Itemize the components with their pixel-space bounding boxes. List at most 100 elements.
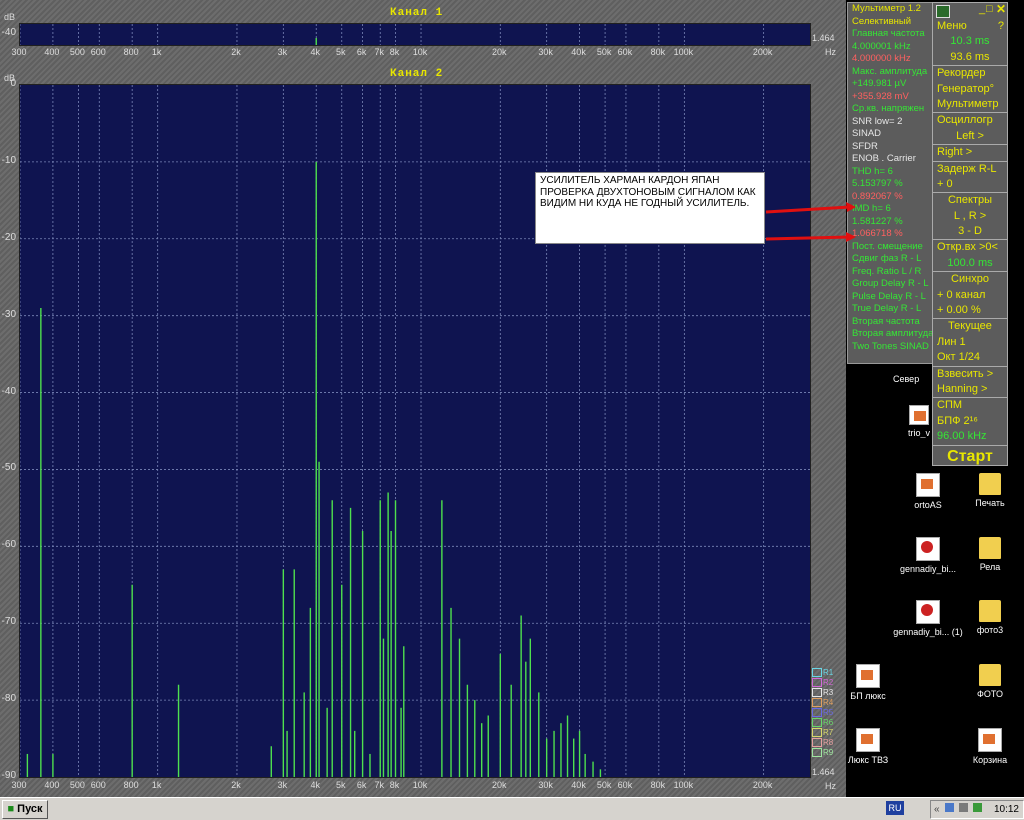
control-menu-item[interactable]: Left > bbox=[933, 129, 1007, 144]
desktop-icon[interactable]: gennadiy_bi... (1) bbox=[893, 600, 963, 637]
control-menu-item[interactable]: Мультиметр bbox=[933, 97, 1007, 112]
folder-icon bbox=[979, 537, 1001, 559]
y-tick-label: -20 bbox=[0, 232, 16, 243]
control-menu-item[interactable]: Hanning > bbox=[933, 382, 1007, 397]
control-menu-item[interactable]: Взвесить > bbox=[933, 366, 1007, 382]
start-menu-button[interactable]: ■ Пуск bbox=[2, 800, 48, 819]
language-indicator[interactable]: RU bbox=[886, 801, 904, 815]
control-menu-item[interactable]: Спектры bbox=[933, 192, 1007, 208]
legend-label: R5 bbox=[823, 708, 833, 717]
control-menu-item[interactable]: Текущее bbox=[933, 318, 1007, 334]
desktop-partial-icon[interactable]: trio_v bbox=[905, 405, 933, 438]
control-menu-item[interactable]: 96.00 kHz bbox=[933, 429, 1007, 444]
multimeter-row: SINAD bbox=[848, 128, 933, 141]
desktop-icon[interactable]: Печать bbox=[955, 473, 1024, 508]
control-menu-item[interactable]: БПФ 2¹⁶ bbox=[933, 414, 1007, 429]
legend-entry[interactable]: R4 bbox=[812, 698, 833, 708]
control-menu-item[interactable]: + 0.00 % bbox=[933, 303, 1007, 318]
menu-item[interactable]: Меню ? bbox=[933, 19, 1007, 34]
folder-icon bbox=[979, 664, 1001, 686]
system-tray: « 10:12 bbox=[930, 800, 1024, 819]
desktop-icon-label: БП люкс bbox=[833, 691, 903, 701]
control-menu-item[interactable]: 100.0 ms bbox=[933, 256, 1007, 271]
x-tick-label: 500 bbox=[70, 780, 85, 790]
control-menu-item[interactable]: + 0 канал bbox=[933, 288, 1007, 303]
multimeter-row: Пост. смещение bbox=[848, 241, 933, 254]
desktop-icon[interactable]: Люкс ТВЗ bbox=[833, 728, 903, 765]
help-icon[interactable]: ? bbox=[998, 19, 1004, 34]
control-menu-item[interactable]: 3 - D bbox=[933, 224, 1007, 239]
legend-label: R1 bbox=[823, 668, 833, 677]
maximize-icon[interactable]: □ bbox=[986, 3, 993, 15]
multimeter-row: +149.981 µV bbox=[848, 78, 933, 91]
y-tick-label: -50 bbox=[0, 462, 16, 473]
minimize-icon[interactable]: _ bbox=[979, 3, 985, 15]
legend-entry[interactable]: R9 bbox=[812, 748, 833, 758]
x-tick-label: 50k bbox=[597, 47, 612, 57]
multimeter-row: ENOB . Carrier bbox=[848, 153, 933, 166]
control-menu-item[interactable]: Рекордер bbox=[933, 65, 1007, 81]
legend-entry[interactable]: R5 bbox=[812, 708, 833, 718]
multimeter-row: 0.892067 % bbox=[848, 191, 933, 204]
desktop-partial-label-2: trio_v bbox=[905, 428, 933, 438]
taskbar bbox=[0, 797, 1024, 820]
legend-swatch bbox=[812, 698, 822, 707]
multimeter-title: Мультиметр 1.2 bbox=[848, 3, 933, 16]
legend-entry[interactable]: R2 bbox=[812, 678, 833, 688]
tray-app-icon[interactable] bbox=[973, 803, 982, 812]
x-tick-label: 5k bbox=[336, 47, 346, 57]
control-menu-item[interactable]: Лин 1 bbox=[933, 335, 1007, 350]
channel2-title: Канал 2 bbox=[390, 68, 443, 80]
start-button[interactable]: Старт bbox=[933, 445, 1007, 466]
clock[interactable]: 10:12 bbox=[994, 801, 1019, 818]
control-menu-item[interactable]: Задерж R-L bbox=[933, 161, 1007, 177]
time-readout-2: 93.6 ms bbox=[933, 50, 1007, 65]
legend-swatch bbox=[812, 748, 822, 757]
desktop-icon-label: Печать bbox=[955, 498, 1024, 508]
legend-entry[interactable]: R6 bbox=[812, 718, 833, 728]
docx-icon bbox=[916, 473, 940, 497]
desktop-icon[interactable]: Рела bbox=[955, 537, 1024, 572]
control-menu-item[interactable]: L , R > bbox=[933, 209, 1007, 224]
channel1-plot[interactable] bbox=[19, 23, 811, 46]
channel1-x-axis: 3004005006008001k2k3k4k5k6k7k8k10k20k30k… bbox=[0, 47, 846, 59]
legend-swatch bbox=[812, 688, 822, 697]
legend-entry[interactable]: R7 bbox=[812, 728, 833, 738]
tray-expand-icon[interactable]: « bbox=[934, 804, 940, 815]
x-tick-label: 6k bbox=[357, 47, 367, 57]
multimeter-row: 4.000001 kHz bbox=[848, 41, 933, 54]
desktop-icon[interactable]: ФОТО bbox=[955, 664, 1024, 699]
control-menu-item[interactable]: + 0 bbox=[933, 177, 1007, 192]
control-menu-item[interactable]: Генератор° bbox=[933, 82, 1007, 97]
desktop-icon[interactable]: ortoAS bbox=[893, 473, 963, 510]
x-tick-label: 800 bbox=[124, 47, 139, 57]
desktop-icon[interactable]: фото3 bbox=[955, 600, 1024, 635]
control-menu-item[interactable]: Окт 1/24 bbox=[933, 350, 1007, 365]
control-menu-item[interactable]: СПМ bbox=[933, 397, 1007, 413]
legend-entry[interactable]: R3 bbox=[812, 688, 833, 698]
desktop-icon[interactable]: БП люкс bbox=[833, 664, 903, 701]
network-icon[interactable] bbox=[945, 803, 954, 812]
control-menu-item[interactable]: Осциллогр bbox=[933, 112, 1007, 128]
multimeter-row: SFDR bbox=[848, 141, 933, 154]
file-icon bbox=[909, 405, 929, 425]
x-tick-label: 100k bbox=[674, 47, 694, 57]
legend-entry[interactable]: R1 bbox=[812, 668, 833, 678]
docx-icon bbox=[856, 728, 880, 752]
desktop-icon-label: gennadiy_bi... (1) bbox=[893, 627, 963, 637]
speaker-icon[interactable] bbox=[959, 803, 968, 812]
desktop-icon-label: ФОТО bbox=[955, 689, 1024, 699]
legend-label: R6 bbox=[823, 718, 833, 727]
desktop-icon[interactable]: gennadiy_bi... bbox=[893, 537, 963, 574]
control-menu-item[interactable]: Синхро bbox=[933, 271, 1007, 287]
control-menu-item[interactable]: Откр.вх >0< bbox=[933, 239, 1007, 255]
x-tick-label: 6k bbox=[357, 780, 367, 790]
control-menu-item[interactable]: Right > bbox=[933, 144, 1007, 160]
y-tick-label: -10 bbox=[0, 155, 16, 166]
legend-entry[interactable]: R8 bbox=[812, 738, 833, 748]
arrow-imd-icon bbox=[766, 237, 850, 239]
desktop-icon[interactable]: Корзина bbox=[955, 728, 1024, 765]
arrowhead-thd-icon bbox=[846, 202, 856, 212]
close-icon[interactable]: ✕ bbox=[996, 2, 1006, 16]
x-tick-label: 30k bbox=[538, 780, 553, 790]
